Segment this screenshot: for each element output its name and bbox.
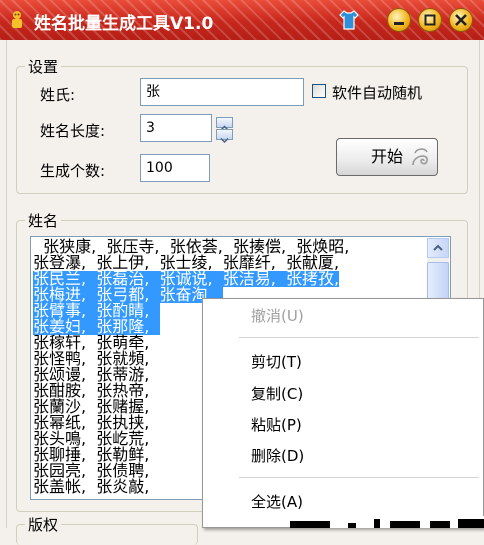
random-software-checkbox[interactable] xyxy=(312,84,326,98)
surname-input[interactable]: 张 xyxy=(140,78,304,106)
arrow-up-icon xyxy=(433,244,443,251)
menu-item-delete[interactable]: 删除(D) xyxy=(251,445,304,466)
name-line: 张盖帐, 张炎敲, xyxy=(33,477,160,496)
minimize-button[interactable] xyxy=(387,8,411,32)
menu-item-undo[interactable]: 撤消(U) xyxy=(251,305,304,326)
background-banner-fragment xyxy=(290,516,484,528)
menu-item-paste[interactable]: 粘贴(P) xyxy=(251,414,302,435)
skin-icon[interactable] xyxy=(337,8,361,32)
menu-item-select-all[interactable]: 全选(A) xyxy=(251,491,303,512)
length-spin-up[interactable] xyxy=(216,117,233,131)
title-bar[interactable]: 姓名批量生成工具V1.0 xyxy=(0,0,484,40)
name-length-label: 姓名长度: xyxy=(40,122,106,140)
name-length-input[interactable]: 3 xyxy=(140,114,212,142)
count-label: 生成个数: xyxy=(40,162,106,180)
maximize-button[interactable] xyxy=(418,8,442,32)
close-icon xyxy=(455,14,467,26)
surname-label: 姓氏: xyxy=(40,86,76,104)
chevron-down-icon xyxy=(220,137,229,144)
maximize-icon xyxy=(424,14,436,26)
copyright-legend: 版权 xyxy=(28,516,59,534)
scroll-up-button[interactable] xyxy=(427,238,449,258)
close-button[interactable] xyxy=(449,8,473,32)
swirl-ornament-icon xyxy=(412,148,428,166)
minimize-icon xyxy=(394,22,404,25)
app-icon xyxy=(12,11,22,28)
menu-item-copy[interactable]: 复制(C) xyxy=(251,383,303,404)
length-spin-down[interactable] xyxy=(216,129,233,144)
banner-glyphs xyxy=(290,519,484,528)
start-button[interactable]: 开始 xyxy=(336,138,438,176)
settings-legend: 设置 xyxy=(28,58,59,76)
window-title: 姓名批量生成工具V1.0 xyxy=(34,14,214,34)
menu-item-cut[interactable]: 剪切(T) xyxy=(251,351,302,372)
start-button-label: 开始 xyxy=(370,147,403,166)
menu-separator xyxy=(239,477,479,478)
copyright-group: 版权 xyxy=(16,514,198,545)
count-input[interactable]: 100 xyxy=(140,154,210,182)
menu-separator xyxy=(239,337,479,338)
context-menu: 撤消(U) 剪切(T) 复制(C) 粘贴(P) 删除(D) 全选(A) xyxy=(202,298,484,528)
names-legend: 姓名 xyxy=(28,212,59,230)
random-software-label: 软件自动随机 xyxy=(332,84,423,102)
